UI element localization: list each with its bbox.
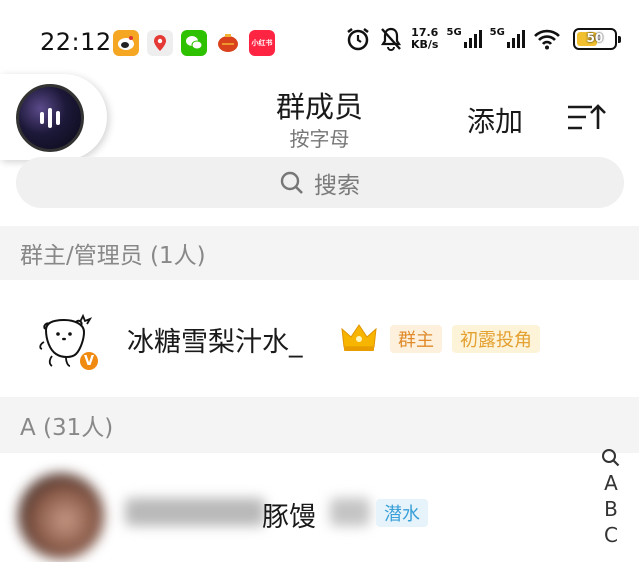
system-icons: 17.6 KB/s 5G 5G 50 <box>345 26 621 52</box>
search-icon <box>280 171 303 194</box>
alarm-icon <box>347 28 369 51</box>
mute-bell-icon <box>380 27 402 51</box>
member-avatar[interactable] <box>18 473 104 559</box>
index-search-icon[interactable] <box>601 448 621 468</box>
member-name: 冰糖雪梨汁水_ <box>127 327 303 358</box>
member-name-visible: 豚馒 <box>262 502 316 533</box>
signal-2-label: 5G <box>489 27 505 38</box>
index-letter-b[interactable]: B <box>604 496 618 522</box>
sort-mode-subtitle[interactable]: 按字母 <box>0 123 639 152</box>
battery-icon: 50 <box>572 28 621 50</box>
signal-1-label: 5G <box>446 27 462 38</box>
search-placeholder: 搜索 <box>314 172 360 199</box>
title-tag: 初露投角 <box>452 325 540 353</box>
signal-2: 5G <box>489 27 525 48</box>
member-status-tag-label: 潜水 <box>384 504 420 525</box>
add-member-button[interactable]: 添加 <box>467 100 523 140</box>
sort-icon[interactable] <box>566 101 606 133</box>
index-letter-a[interactable]: A <box>604 470 618 496</box>
signal-bars-icon <box>506 30 525 48</box>
section-header-a-label: A (31人) <box>20 415 114 441</box>
map-pin-icon <box>147 30 173 56</box>
weibo-icon <box>113 30 139 56</box>
role-tag-label: 群主 <box>398 330 434 351</box>
status-bar: 22:12 小红书 17.6 KB/s 5G 5G 50 <box>0 0 639 80</box>
wechat-icon <box>181 30 207 56</box>
verified-badge-icon: V <box>78 350 100 372</box>
notification-icons: 小红书 <box>113 30 275 56</box>
signal-1: 5G <box>446 27 482 48</box>
index-letter-c[interactable]: C <box>604 522 618 548</box>
wifi-icon <box>533 29 560 50</box>
status-clock: 22:12 <box>40 28 112 56</box>
alphabet-index-bar[interactable]: A B C <box>600 448 622 548</box>
role-tag-owner: 群主 <box>390 325 442 353</box>
crown-icon <box>341 324 377 351</box>
member-row-owner[interactable]: V 冰糖雪梨汁水_ 群主 初露投角 <box>0 280 639 397</box>
member-status-tag: 潜水 <box>376 499 428 527</box>
xiaohongshu-label: 小红书 <box>251 39 273 47</box>
search-input[interactable]: 搜索 <box>16 157 624 208</box>
page-title: 群成员 <box>275 90 363 124</box>
signal-bars-icon <box>463 30 482 48</box>
network-speed-unit: KB/s <box>411 38 439 51</box>
member-name-redacted <box>125 498 265 526</box>
member-name-redacted-tail <box>330 498 370 526</box>
title-tag-label: 初露投角 <box>460 330 532 351</box>
section-header-admins: 群主/管理员 (1人) <box>0 226 639 280</box>
lantern-icon <box>215 30 241 56</box>
section-header-a: A (31人) <box>0 397 639 453</box>
member-row[interactable]: 豚馒 潜水 <box>0 453 639 562</box>
network-speed: 17.6 KB/s <box>411 27 438 51</box>
owner-avatar[interactable]: V <box>36 310 100 372</box>
section-header-admins-label: 群主/管理员 (1人) <box>20 243 206 269</box>
battery-level: 50 <box>586 31 604 45</box>
xiaohongshu-icon: 小红书 <box>249 30 275 56</box>
